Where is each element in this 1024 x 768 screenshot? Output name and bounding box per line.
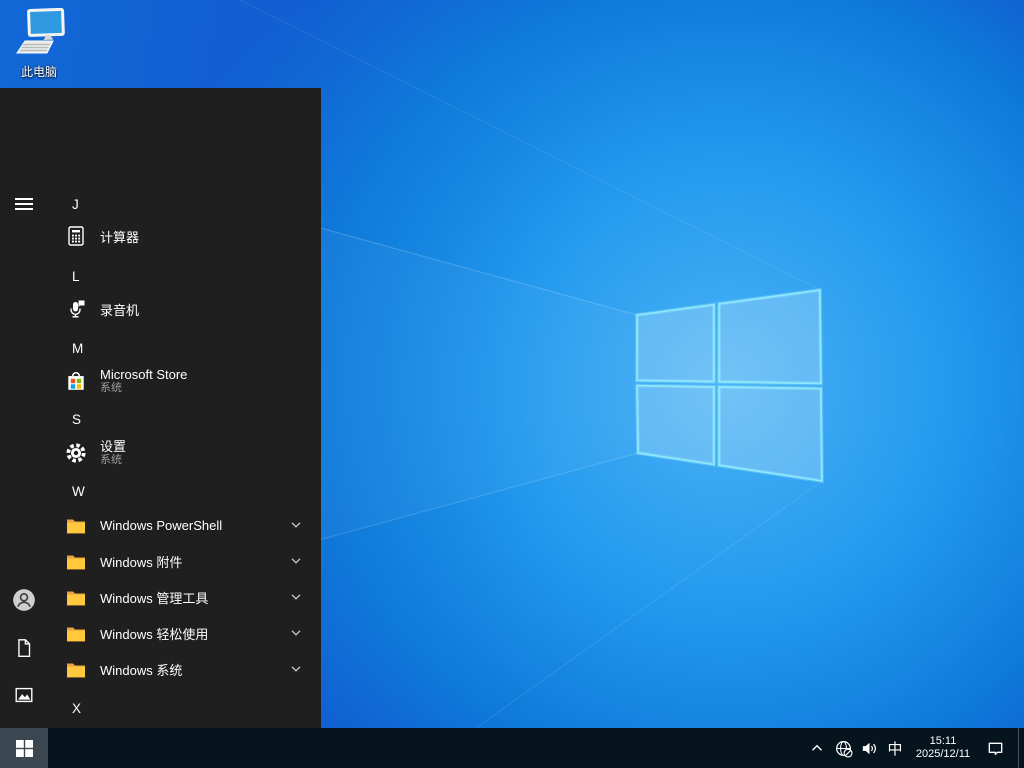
folder-item-windows-ease-of-access[interactable]: Windows 轻松使用 [56, 617, 319, 649]
folder-title: Windows 系统 [100, 662, 183, 678]
clock-time: 15:11 [929, 735, 957, 747]
show-hidden-icons-button[interactable] [804, 728, 830, 768]
section-letter-m[interactable]: M [72, 334, 321, 362]
chevron-down-icon [291, 630, 301, 636]
start-menu-rail [0, 88, 48, 728]
action-center-button[interactable] [978, 728, 1012, 768]
section-letter-x[interactable]: X [72, 694, 321, 722]
hamburger-icon [15, 198, 33, 210]
section-letter-s[interactable]: S [72, 405, 321, 433]
microsoft-store-icon [68, 372, 84, 390]
letter-label: L [72, 268, 80, 284]
this-pc-label: 此电脑 [20, 65, 57, 79]
section-letter-j[interactable]: J [72, 190, 321, 218]
settings-app-gear-icon [66, 443, 86, 463]
network-globe-offline-icon [835, 740, 853, 758]
taskbar: 中 15:11 2025/12/11 [0, 728, 1024, 768]
action-center-icon [988, 742, 1002, 755]
chevron-down-icon [291, 594, 301, 600]
documents-icon [18, 639, 31, 657]
folder-icon [67, 555, 85, 569]
app-title: Microsoft Store [100, 367, 188, 382]
microphone-icon [70, 300, 85, 318]
start-menu: J 计算器 L 录音机 M Microsoft Store 系统 S 设置 系统… [0, 88, 321, 728]
start-menu-app-list: J 计算器 L 录音机 M Microsoft Store 系统 S 设置 系统… [48, 88, 321, 728]
volume-icon [862, 742, 876, 754]
folder-item-windows-system[interactable]: Windows 系统 [56, 653, 319, 685]
show-desktop-button[interactable] [1018, 728, 1024, 768]
app-subtitle: 系统 [100, 382, 122, 394]
folder-title: Windows PowerShell [100, 517, 223, 533]
chevron-up-icon [812, 744, 822, 751]
start-button[interactable] [0, 728, 48, 768]
chevron-down-icon [291, 522, 301, 528]
calculator-icon [68, 226, 84, 246]
chevron-down-icon [291, 666, 301, 672]
user-account-button[interactable] [4, 580, 44, 620]
folder-icon [67, 663, 85, 677]
section-letter-l[interactable]: L [72, 262, 321, 290]
folder-title: Windows 管理工具 [100, 590, 209, 606]
this-pc-icon [16, 7, 65, 54]
folder-title: Windows 附件 [100, 554, 183, 570]
pictures-icon [15, 687, 33, 703]
app-title: 设置 [100, 439, 127, 454]
documents-button[interactable] [4, 628, 44, 668]
folder-item-windows-admin-tools[interactable]: Windows 管理工具 [56, 581, 319, 613]
user-avatar-icon [13, 589, 35, 611]
folder-title: Windows 轻松使用 [100, 626, 209, 642]
chevron-down-icon [291, 558, 301, 564]
expand-menu-button[interactable] [4, 184, 44, 224]
app-subtitle: 系统 [100, 454, 122, 466]
app-item-settings[interactable]: 设置 系统 [56, 435, 319, 471]
letter-label: J [72, 196, 79, 212]
letter-label: S [72, 411, 82, 427]
volume-button[interactable] [856, 728, 882, 768]
letter-label: X [72, 700, 82, 716]
taskbar-clock[interactable]: 15:11 2025/12/11 [908, 728, 978, 768]
app-title: 录音机 [100, 302, 140, 318]
folder-item-windows-accessories[interactable]: Windows 附件 [56, 545, 319, 577]
section-letter-w[interactable]: W [72, 477, 321, 505]
folder-item-windows-powershell[interactable]: Windows PowerShell [56, 509, 319, 541]
ime-indicator[interactable]: 中 [882, 728, 908, 768]
network-status-button[interactable] [830, 728, 856, 768]
folder-icon [67, 519, 85, 533]
desktop-icon-this-pc[interactable]: 此电脑 [10, 7, 68, 80]
app-item-calculator[interactable]: 计算器 [56, 220, 319, 252]
letter-label: W [72, 483, 85, 499]
pictures-button[interactable] [4, 675, 44, 715]
app-title: 计算器 [100, 229, 140, 245]
letter-label: M [72, 340, 84, 356]
app-item-microsoft-store[interactable]: Microsoft Store 系统 [56, 363, 319, 399]
windows-start-icon [15, 739, 33, 757]
clock-date: 2025/12/11 [915, 748, 971, 760]
folder-icon [67, 627, 85, 641]
system-tray: 中 15:11 2025/12/11 [804, 728, 1024, 768]
app-item-voice-recorder[interactable]: 录音机 [56, 293, 319, 325]
folder-icon [67, 591, 85, 605]
